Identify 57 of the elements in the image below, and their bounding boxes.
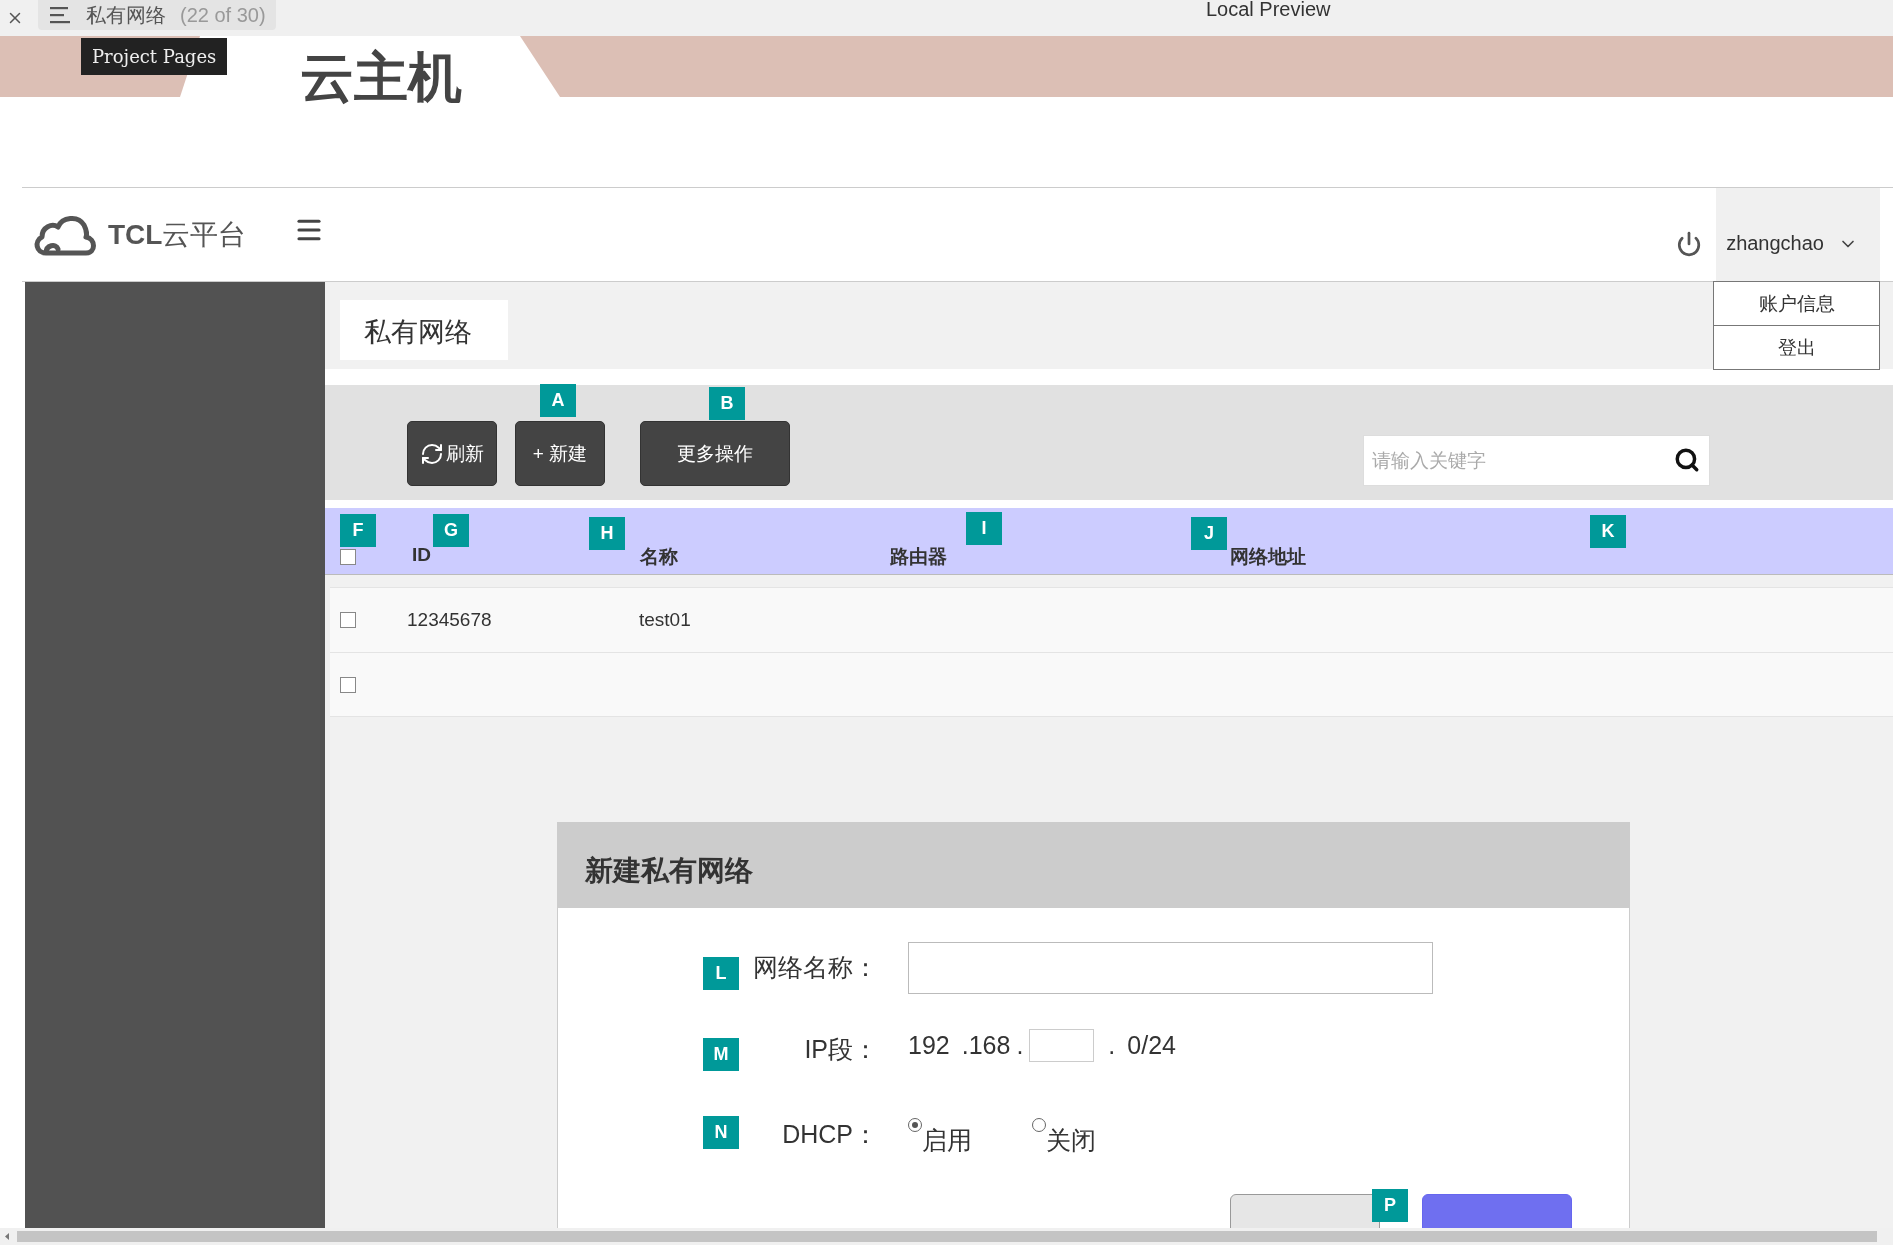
menu-item[interactable]: 登出 [1714, 326, 1879, 369]
ip-octet-field[interactable] [1029, 1029, 1095, 1062]
ip-segment-text: .168 [961, 1031, 1011, 1060]
toolbar-button[interactable]: 刷新 [407, 421, 497, 486]
annotation-marker: H [589, 517, 625, 550]
preview-label: Local Preview [1206, 0, 1331, 21]
annotation-marker: K [1590, 515, 1626, 548]
table-row[interactable]: 12345678 test01 [330, 587, 1893, 652]
power-icon[interactable] [1676, 230, 1703, 257]
tooltip: Project Pages [81, 38, 228, 75]
radio-label: 关闭 [1046, 1125, 1096, 1156]
dialog-button[interactable] [1230, 1194, 1380, 1228]
checkbox[interactable] [340, 612, 356, 628]
menu-icon[interactable] [50, 5, 72, 25]
search-field[interactable]: 请输入关键字 [1363, 435, 1710, 486]
ip-segment-text: 192 [908, 1031, 950, 1060]
annotation-marker: G [433, 514, 469, 547]
column-header: ID [412, 544, 432, 567]
annotation-marker: B [709, 387, 745, 420]
radio-button[interactable] [1032, 1118, 1046, 1132]
ip-segment-text: . [1108, 1031, 1116, 1060]
annotation-marker: N [703, 1116, 739, 1149]
search-icon[interactable] [1674, 447, 1700, 473]
annotation-marker: M [703, 1038, 739, 1071]
user-dropdown[interactable]: zhangchao [1716, 188, 1880, 281]
annotation-marker: L [703, 957, 739, 990]
banner-title: 云主机 [300, 46, 462, 109]
radio-label: 启用 [922, 1125, 972, 1156]
logo-text: TCL云平台 [108, 217, 247, 252]
annotation-marker: F [340, 514, 376, 547]
field-label: 网络名称： [753, 952, 878, 983]
refresh-icon [420, 441, 444, 466]
dialog-title: 新建私有网络 [558, 823, 1629, 908]
annotation-marker: I [966, 512, 1002, 545]
annotation-marker: A [540, 384, 576, 417]
menu-item[interactable]: 账户信息 [1714, 282, 1879, 326]
page-tab[interactable]: 私有网络 (22 of 30) [38, 0, 276, 30]
ip-segment-text: 0/24 [1127, 1031, 1176, 1060]
table-cell-text: test01 [639, 609, 692, 631]
toolbar-button[interactable]: 更多操作 [640, 421, 790, 486]
radio-button[interactable] [908, 1118, 922, 1132]
field-label: DHCP： [782, 1119, 878, 1150]
annotation-marker: P [1372, 1189, 1408, 1222]
toolbar-button[interactable]: + 新建 [515, 421, 605, 486]
network-name-field[interactable] [908, 941, 1433, 994]
field-label: IP段： [804, 1034, 878, 1065]
column-header: 路由器 [890, 545, 948, 569]
table-cell-text: 12345678 [407, 609, 493, 631]
ip-segment-text: . [1016, 1031, 1024, 1060]
page-heading: 私有网络 [340, 300, 508, 360]
page-title: 私有网络 [86, 2, 166, 28]
page-count: (22 of 30) [180, 3, 266, 27]
column-header: 网络地址 [1230, 545, 1307, 569]
checkbox[interactable] [340, 549, 356, 565]
checkbox[interactable] [340, 676, 356, 693]
annotation-marker: J [1191, 517, 1227, 550]
column-header: 名称 [640, 545, 679, 569]
